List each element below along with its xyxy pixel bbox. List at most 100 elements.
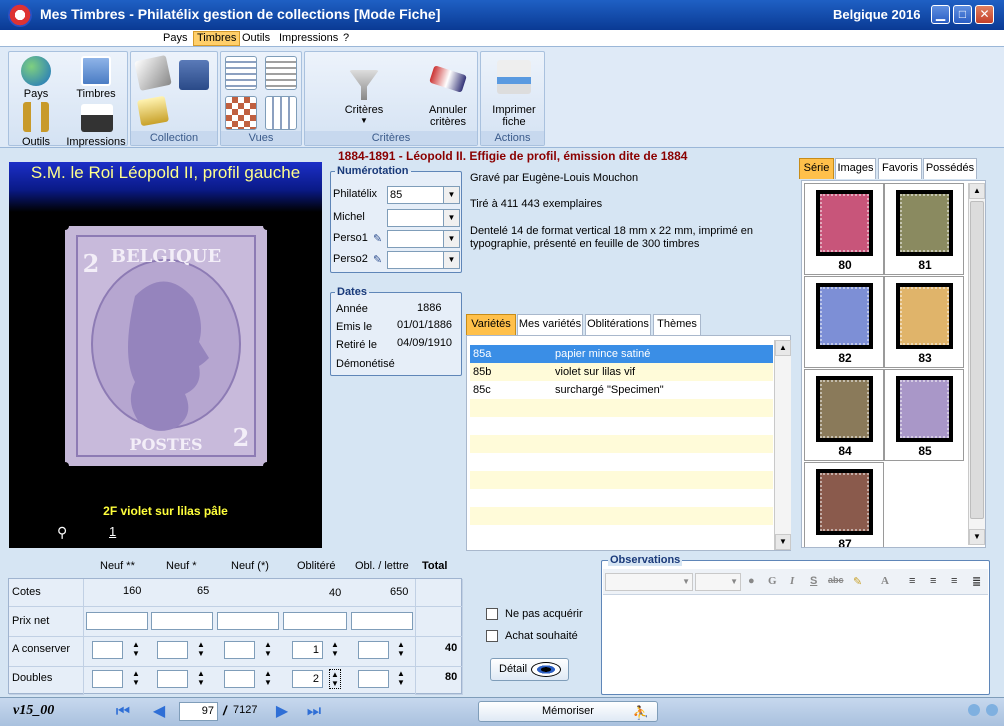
prix-obl-lettre-input[interactable]: [351, 612, 413, 630]
chevron-down-icon[interactable]: ▼: [443, 252, 459, 268]
last-record-icon[interactable]: ⏭: [301, 702, 327, 722]
record-number-input[interactable]: 97: [179, 702, 218, 721]
annuler-criteres-label-1[interactable]: Annuler: [421, 104, 475, 116]
stamp-thumbnail[interactable]: 87: [804, 462, 884, 547]
tab-varietes[interactable]: Variétés: [466, 314, 516, 335]
ne-pas-acquerir-checkbox[interactable]: [486, 608, 498, 620]
quantity-stepper[interactable]: ▲ ▼: [195, 669, 207, 689]
stamp-icon[interactable]: [81, 56, 111, 86]
scroll-up-icon[interactable]: ▲: [775, 340, 791, 356]
ribbon-pays-label[interactable]: Pays: [21, 88, 51, 100]
conserver-oblitere-input[interactable]: 1: [292, 641, 323, 659]
stamp-thumbnail[interactable]: 81: [884, 183, 964, 275]
doubles-obl-lettre-input[interactable]: [358, 670, 389, 688]
close-button[interactable]: ✕: [975, 5, 994, 24]
stamp-thumbnail[interactable]: 83: [884, 276, 964, 368]
save-icon[interactable]: [179, 60, 209, 90]
tab-themes[interactable]: Thèmes: [653, 314, 701, 335]
quantity-stepper[interactable]: ▲ ▼: [262, 669, 274, 689]
chevron-down-icon[interactable]: ▼: [443, 231, 459, 247]
tab-serie[interactable]: Série: [799, 158, 834, 179]
philatelix-number-field[interactable]: 85 ▼: [387, 186, 460, 204]
view-album-icon[interactable]: [225, 96, 257, 130]
stamp-thumbnail[interactable]: 82: [804, 276, 884, 368]
prix-neuf-1star-input[interactable]: [151, 612, 213, 630]
tab-mes-varietes[interactable]: Mes variétés: [517, 314, 583, 335]
font-size-select[interactable]: ▼: [695, 573, 741, 591]
font-color-icon[interactable]: A: [881, 575, 889, 587]
print-fiche-icon[interactable]: [497, 60, 531, 94]
quantity-stepper[interactable]: ▲ ▼: [130, 640, 142, 660]
detail-button[interactable]: Détail: [490, 658, 569, 681]
conserver-neuf-sans-input[interactable]: [224, 641, 255, 659]
italic-icon[interactable]: I: [790, 575, 794, 587]
quantity-stepper[interactable]: ▲ ▼: [329, 669, 341, 689]
stamp-image[interactable]: BELGIQUE POSTES 2 2: [65, 226, 267, 466]
edit-pencil-icon[interactable]: ✎: [373, 253, 383, 267]
quantity-stepper[interactable]: ▲ ▼: [329, 640, 341, 660]
tab-possedes[interactable]: Possédés: [923, 158, 977, 179]
view-fiche-icon[interactable]: [225, 56, 257, 90]
stamp-thumbnail[interactable]: 85: [884, 369, 964, 461]
chevron-down-icon[interactable]: ▼: [443, 187, 459, 203]
open-collection-icon[interactable]: [134, 55, 172, 91]
quantity-stepper[interactable]: ▲ ▼: [395, 669, 407, 689]
tab-obliterations[interactable]: Oblitérations: [585, 314, 651, 335]
first-record-icon[interactable]: ⏮: [110, 702, 136, 722]
quantity-stepper[interactable]: ▲ ▼: [262, 640, 274, 660]
align-right-icon[interactable]: ≡: [951, 575, 957, 587]
quantity-stepper[interactable]: ▲ ▼: [130, 669, 142, 689]
prix-neuf-sans-input[interactable]: [217, 612, 279, 630]
scroll-up-icon[interactable]: ▲: [969, 183, 985, 199]
highlight-icon[interactable]: ✎: [853, 575, 862, 588]
image-count[interactable]: 1: [109, 524, 116, 539]
strikethrough-icon[interactable]: abc: [828, 575, 844, 585]
menu-help[interactable]: ?: [340, 31, 352, 46]
folder-icon[interactable]: [136, 95, 170, 127]
criteres-button[interactable]: Critères: [335, 104, 393, 116]
align-left-icon[interactable]: ≡: [909, 575, 915, 587]
observations-editor[interactable]: [603, 596, 988, 693]
globe-icon[interactable]: [21, 56, 51, 86]
zoom-icon[interactable]: ⚲: [57, 524, 67, 541]
tab-favoris[interactable]: Favoris: [878, 158, 922, 179]
quantity-stepper[interactable]: ▲ ▼: [395, 640, 407, 660]
edit-pencil-icon[interactable]: ✎: [373, 232, 383, 246]
scroll-thumb[interactable]: [970, 201, 984, 519]
perso1-number-field[interactable]: ▼: [387, 230, 460, 248]
menu-timbres[interactable]: Timbres: [193, 31, 241, 46]
bold-icon[interactable]: G: [768, 575, 777, 587]
list-item[interactable]: 85b violet sur lilas vif: [470, 363, 773, 381]
imprimer-fiche-label-1[interactable]: Imprimer: [485, 104, 543, 116]
underline-icon[interactable]: S: [810, 575, 817, 587]
ribbon-impressions-label[interactable]: Impressions: [63, 136, 129, 148]
varietes-scrollbar[interactable]: ▲ ▼: [774, 340, 791, 550]
minimize-button[interactable]: ▁: [931, 5, 950, 24]
achat-souhaite-checkbox[interactable]: [486, 630, 498, 642]
align-center-icon[interactable]: ≡: [930, 575, 936, 587]
stamp-thumbnail[interactable]: 84: [804, 369, 884, 461]
previous-record-icon[interactable]: ◀: [146, 702, 172, 722]
annuler-criteres-label-2[interactable]: critères: [421, 116, 475, 128]
imprimer-fiche-label-2[interactable]: fiche: [485, 116, 543, 128]
printer-icon[interactable]: [81, 104, 113, 132]
chevron-down-icon[interactable]: ▼: [443, 210, 459, 226]
ribbon-timbres-label[interactable]: Timbres: [71, 88, 121, 100]
text-color-icon[interactable]: ●: [748, 575, 755, 587]
filter-icon[interactable]: [349, 70, 379, 100]
tab-images[interactable]: Images: [835, 158, 876, 179]
eraser-icon[interactable]: [429, 65, 467, 93]
font-family-select[interactable]: ▼: [605, 573, 693, 591]
quantity-stepper[interactable]: ▲ ▼: [195, 640, 207, 660]
menu-impressions[interactable]: Impressions: [276, 31, 341, 46]
menu-pays[interactable]: Pays: [160, 31, 190, 46]
next-record-icon[interactable]: ▶: [269, 702, 295, 722]
scroll-down-icon[interactable]: ▼: [775, 534, 791, 550]
maximize-button[interactable]: □: [953, 5, 972, 24]
conserver-obl-lettre-input[interactable]: [358, 641, 389, 659]
doubles-neuf-2star-input[interactable]: [92, 670, 123, 688]
conserver-neuf-2star-input[interactable]: [92, 641, 123, 659]
doubles-neuf-1star-input[interactable]: [157, 670, 188, 688]
conserver-neuf-1star-input[interactable]: [157, 641, 188, 659]
criteres-dropdown-icon[interactable]: ▼: [335, 116, 393, 125]
